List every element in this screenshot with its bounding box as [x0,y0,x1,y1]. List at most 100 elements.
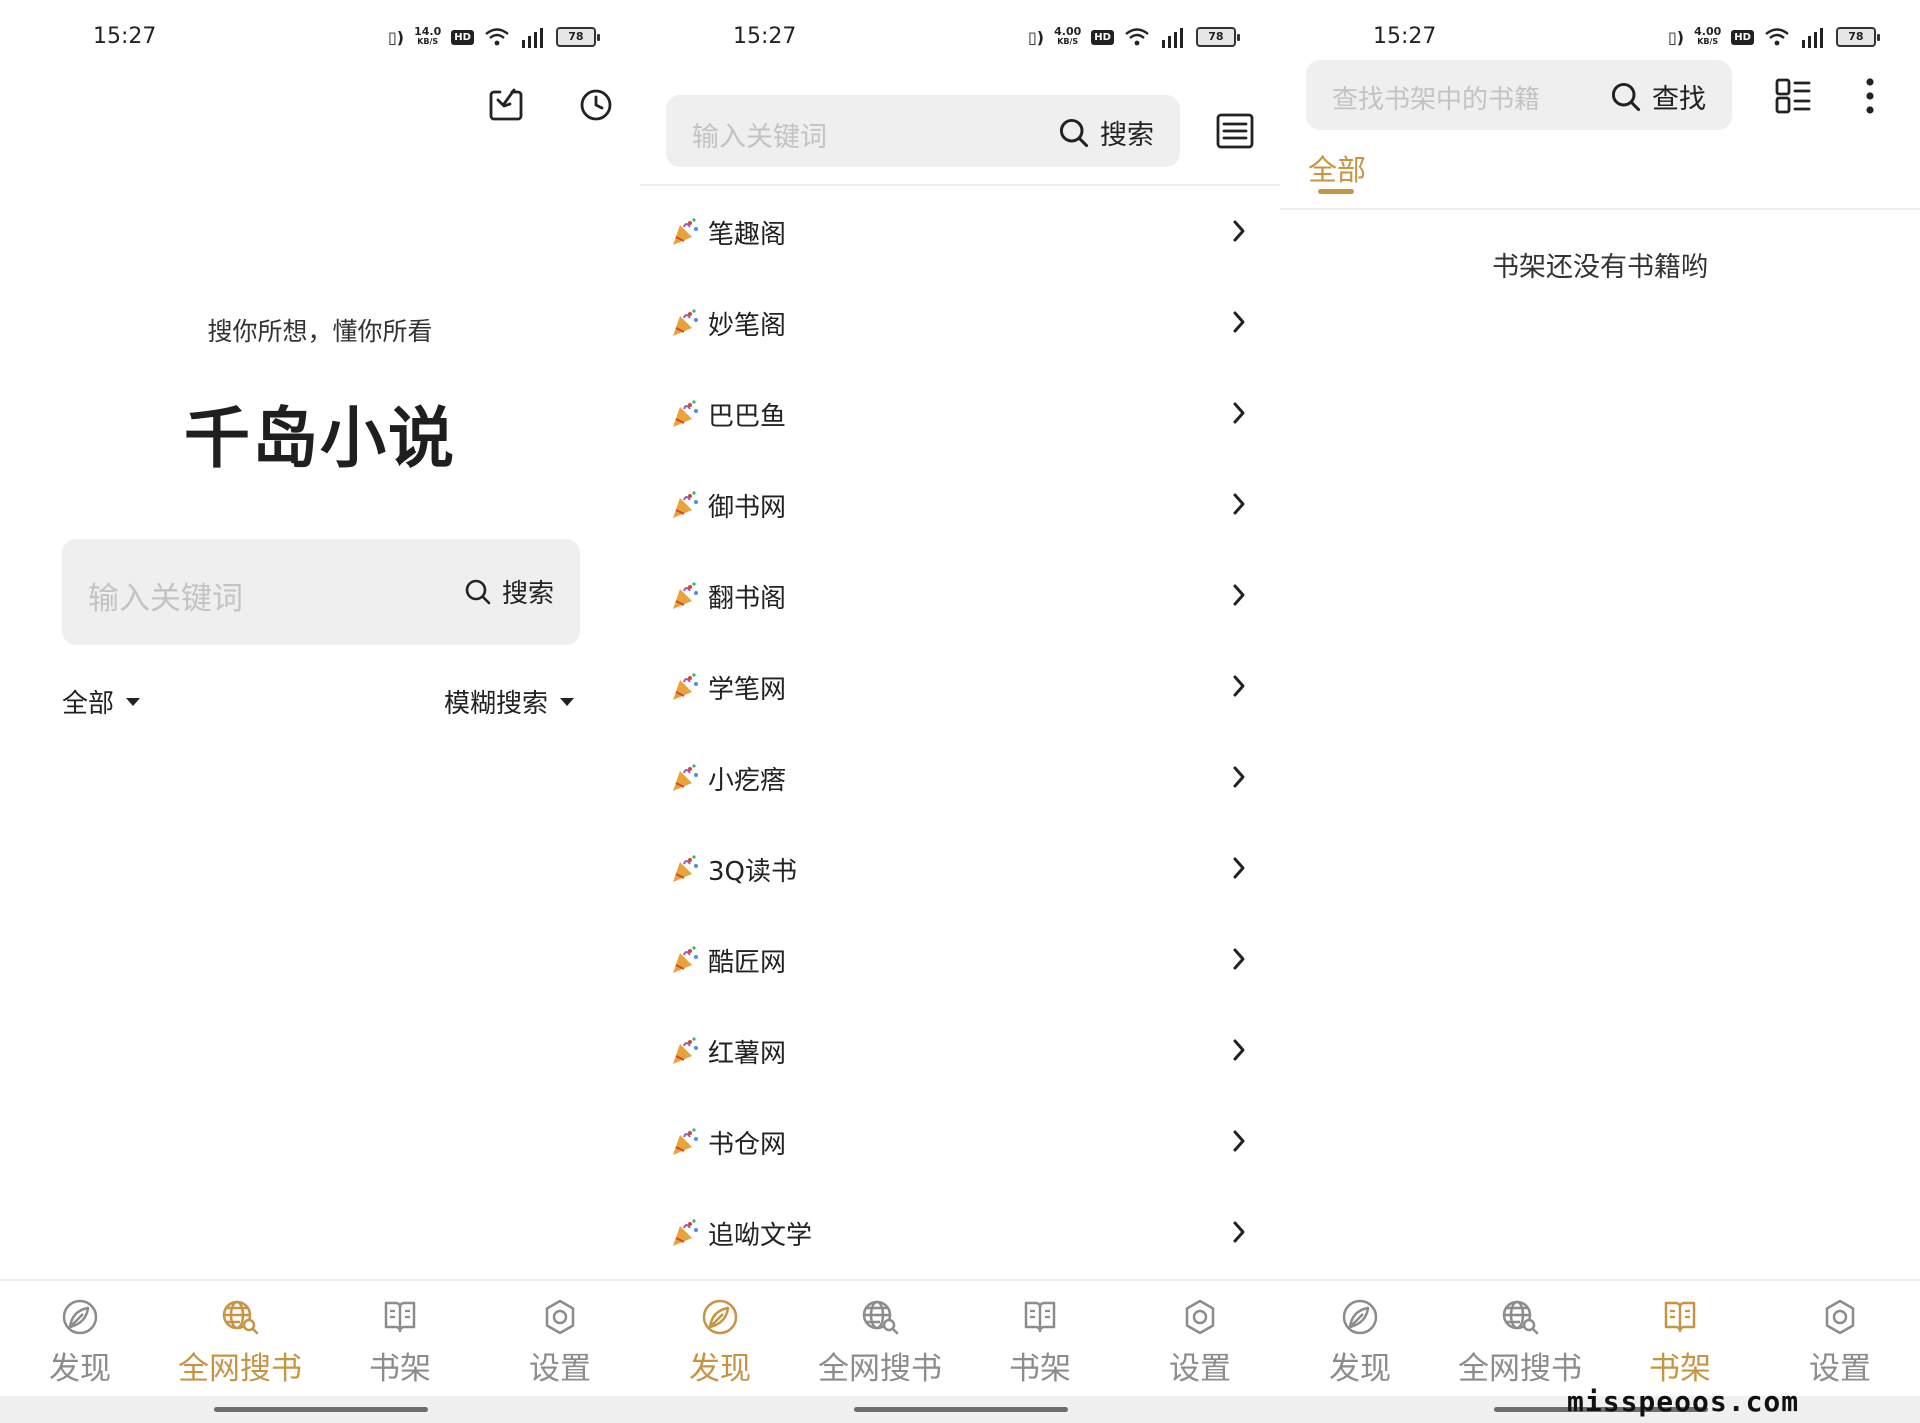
hd-badge: HD [1731,29,1754,45]
app-title: 千岛小说 [184,400,456,477]
globe-search-icon [1502,1300,1539,1335]
search-icon [465,579,491,604]
nav-discover[interactable]: 发现 [640,1281,800,1398]
search-input[interactable]: 输入关键词 搜索 [666,95,1180,167]
party-popper-icon [673,946,698,973]
source-item[interactable]: 3Q读书 [640,823,1280,914]
search-button[interactable]: 搜索 [464,573,554,610]
search-placeholder: 输入关键词 [88,581,243,617]
tab-indicator [1318,189,1354,194]
scope-filter-label: 全部 [62,689,115,719]
status-bar: 15:27 ▯) 14.0 KB/S HD 78 [0,22,640,58]
find-button-label: 查找 [1652,84,1706,115]
tab-all[interactable]: 全部 [1308,147,1366,189]
watermark-text: misspeoos.com [1567,1385,1800,1418]
party-popper-icon [673,1128,698,1155]
nav-bookshelf[interactable]: 书架 [960,1281,1120,1398]
chevron-right-icon [1233,402,1245,424]
signal-icon [1801,28,1823,48]
party-popper-icon [673,1219,698,1246]
chevron-right-icon [1233,584,1245,606]
nav-settings[interactable]: 设置 [480,1281,640,1398]
status-bar: 15:27 ▯) 4.00 KB/S HD 78 [640,22,1280,58]
search-input[interactable]: 输入关键词 搜索 [62,539,580,645]
compass-leaf-icon [1342,1299,1378,1335]
source-item[interactable]: 书仓网 [640,1096,1280,1187]
caret-down-icon [560,697,575,706]
divider [1280,208,1920,210]
vibrate-icon: ▯) [1028,27,1045,47]
bottom-nav: 发现 全网搜书 书架 设置 [0,1279,640,1398]
party-popper-icon [673,673,698,700]
search-icon [1611,82,1641,111]
nav-discover[interactable]: 发现 [0,1281,160,1398]
gear-icon [545,1299,575,1335]
source-item[interactable]: 妙笔阁 [640,277,1280,368]
history-icon[interactable] [576,84,616,124]
party-popper-icon [673,582,698,609]
search-button-label: 搜索 [1100,120,1154,151]
network-speed: 14.0 KB/S [414,25,442,46]
compass-leaf-icon [702,1299,738,1335]
caret-down-icon [126,697,141,706]
search-icon [1059,118,1089,147]
chevron-right-icon [1233,1039,1245,1061]
wifi-icon [1765,28,1789,46]
source-item[interactable]: 追呦文学 [640,1187,1280,1278]
status-time: 15:27 [733,24,797,49]
party-popper-icon [673,855,698,882]
hd-badge: HD [1091,29,1114,45]
party-popper-icon [673,309,698,336]
source-item[interactable]: 翻书阁 [640,550,1280,641]
globe-search-icon [862,1300,899,1335]
chevron-right-icon [1233,1221,1245,1243]
party-popper-icon [673,218,698,245]
search-placeholder: 查找书架中的书籍 [1332,85,1541,115]
search-button[interactable]: 搜索 [1058,113,1154,152]
gear-icon [1825,1299,1855,1335]
nav-settings[interactable]: 设置 [1760,1281,1920,1398]
vibrate-icon: ▯) [388,27,405,47]
scope-filter-dropdown[interactable]: 全部 [62,683,141,720]
import-icon[interactable] [486,84,526,124]
source-item[interactable]: 红薯网 [640,1005,1280,1096]
source-item[interactable]: 巴巴鱼 [640,368,1280,459]
mode-filter-label: 模糊搜索 [444,689,549,719]
chevron-right-icon [1233,766,1245,788]
find-button[interactable]: 查找 [1610,77,1706,116]
discover-screen: 15:27 ▯) 4.00 KB/S HD 78 输入关键词 搜索 笔趣阁 妙笔阁… [640,0,1280,1423]
vibrate-icon: ▯) [1668,27,1685,47]
bookshelf-search-input[interactable]: 查找书架中的书籍 查找 [1306,60,1732,130]
chevron-right-icon [1233,857,1245,879]
party-popper-icon [673,764,698,791]
source-item[interactable]: 御书网 [640,459,1280,550]
network-speed: 4.00 KB/S [1694,25,1722,46]
party-popper-icon [673,1037,698,1064]
nav-bookshelf[interactable]: 书架 [320,1281,480,1398]
battery-icon: 78 [555,27,600,47]
source-item[interactable]: 小疙瘩 [640,732,1280,823]
search-button-label: 搜索 [501,579,554,609]
nav-bookshelf[interactable]: 书架 [1600,1281,1760,1398]
chevron-right-icon [1233,220,1245,242]
more-icon[interactable] [1864,76,1876,116]
nav-discover[interactable]: 发现 [1280,1281,1440,1398]
nav-web-search[interactable]: 全网搜书 [160,1281,320,1398]
network-speed: 4.00 KB/S [1054,25,1082,46]
nav-web-search[interactable]: 全网搜书 [1440,1281,1600,1398]
list-view-icon[interactable] [1214,110,1256,152]
layout-toggle-icon[interactable] [1773,76,1813,116]
book-icon [384,1301,416,1333]
nav-settings[interactable]: 设置 [1120,1281,1280,1398]
source-item[interactable]: 学笔网 [640,641,1280,732]
source-item[interactable]: 笔趣阁 [640,186,1280,277]
source-item[interactable]: 酷匠网 [640,914,1280,1005]
source-list: 笔趣阁 妙笔阁 巴巴鱼 御书网 翻书阁 学笔网 小疙瘩 3Q读书 酷匠网 红薯网… [640,186,1280,1278]
nav-web-search[interactable]: 全网搜书 [800,1281,960,1398]
search-screen: 15:27 ▯) 14.0 KB/S HD 78 搜你所想，懂你所看 千岛小说 输… [0,0,640,1423]
gesture-bar[interactable] [214,1407,428,1412]
battery-icon: 78 [1835,27,1880,47]
gesture-bar[interactable] [854,1407,1068,1412]
bottom-nav: 发现 全网搜书 书架 设置 [1280,1279,1920,1398]
mode-filter-dropdown[interactable]: 模糊搜索 [444,683,575,720]
